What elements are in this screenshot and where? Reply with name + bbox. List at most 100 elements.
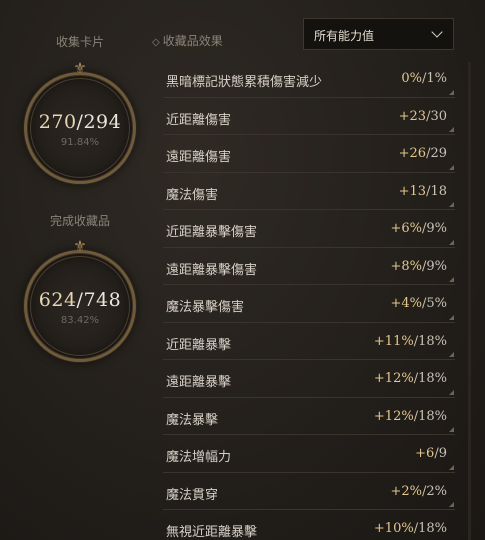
stat-value: +6%/9%	[390, 221, 447, 236]
stat-name: 無視近距離暴擊	[166, 525, 258, 540]
stat-max: 9	[438, 446, 447, 461]
stat-name: 魔法暴擊傷害	[166, 300, 245, 315]
stat-row: 無視近距離暴擊 +10%/18%	[163, 510, 455, 540]
corner-mark-icon	[449, 164, 454, 170]
fleur-de-lis-icon: ⚜	[73, 59, 87, 77]
stat-value: +11%/18%	[373, 333, 447, 349]
stat-max: 29	[430, 146, 447, 161]
stat-row: 近距離暴擊 +11%/18%	[163, 323, 455, 360]
stat-value: +2%/2%	[390, 483, 447, 499]
stat-current: +4%	[390, 296, 422, 311]
stat-current: +8%	[390, 258, 422, 274]
corner-mark-icon	[449, 89, 454, 95]
stat-max: 30	[430, 108, 447, 124]
stat-row: 近距離傷害 +23/30	[163, 98, 455, 135]
stat-max: 1%	[426, 71, 447, 86]
corner-mark-icon	[449, 389, 454, 395]
corner-mark-icon	[449, 464, 454, 470]
stat-name: 黑暗標記狀態累積傷害減少	[166, 75, 323, 90]
stat-row: 魔法暴擊 +12%/18%	[163, 398, 455, 435]
stat-value: +4%/5%	[390, 296, 447, 311]
stat-max: 18%	[418, 333, 447, 349]
stat-max: 18	[430, 183, 447, 199]
stat-value: +12%/18%	[373, 371, 447, 386]
stat-value: +23/30	[398, 108, 447, 124]
stat-value: +10%/18%	[373, 521, 447, 536]
collectibles-total: 748	[83, 289, 122, 311]
stat-row: 魔法暴擊傷害 +4%/5%	[163, 285, 455, 323]
stat-max: 18%	[418, 408, 447, 424]
stat-name: 近距離暴擊傷害	[166, 225, 258, 240]
stat-current: 0%	[401, 71, 422, 86]
stat-row: 黑暗標記狀態累積傷害減少 0%/1%	[163, 60, 455, 98]
corner-mark-icon	[449, 277, 454, 282]
collection-effects-title: ◇ 收藏品效果	[152, 32, 223, 49]
stat-current: +2%	[390, 483, 422, 499]
stat-filter-dropdown[interactable]: 所有能力值	[303, 18, 454, 50]
chevron-down-icon	[431, 26, 443, 38]
stat-row: 遠距離暴擊傷害 +8%/9%	[163, 248, 455, 285]
corner-mark-icon	[449, 127, 454, 132]
stat-value: +12%/18%	[373, 408, 447, 424]
cards-progress-ring: ⚜ 270/294 91.84%	[24, 61, 136, 184]
cards-current: 270	[38, 111, 77, 133]
stat-value: +13/18	[398, 183, 447, 199]
diamond-icon: ◇	[152, 37, 160, 48]
cards-count: 270/294	[38, 111, 122, 133]
scrollbar[interactable]	[468, 62, 471, 540]
cards-total: 294	[83, 111, 122, 133]
cards-percent: 91.84%	[60, 137, 100, 148]
stat-current: +10%	[373, 521, 414, 536]
stat-max: 9%	[426, 221, 447, 236]
stat-value: +26/29	[398, 146, 447, 161]
cards-label: 收集卡片	[55, 35, 104, 49]
stat-current: +12%	[373, 408, 414, 424]
stat-max: 2%	[426, 483, 447, 499]
stat-max: 18%	[418, 371, 447, 386]
stat-filter-value: 所有能力值	[314, 29, 375, 43]
stat-name: 魔法暴擊	[166, 412, 219, 428]
stat-value: 0%/1%	[401, 71, 447, 86]
stat-current: +13	[398, 183, 427, 199]
stat-list[interactable]: 黑暗標記狀態累積傷害減少 0%/1% 近距離傷害 +23/30 遠距離傷害 +26/29 魔…	[163, 60, 455, 540]
stat-value: +6/9	[415, 446, 447, 461]
stat-row: 魔法貫穿 +2%/2%	[163, 473, 455, 510]
stat-current: +11%	[373, 333, 414, 349]
collection-summary-panel: 收集卡片 ⚜ 270/294 91.84% 完成收藏品 ⚜ 624/748 83…	[0, 0, 160, 540]
stat-max: 18%	[418, 521, 447, 536]
stat-name: 近距離暴擊	[166, 337, 232, 353]
collectibles-percent: 83.42%	[60, 315, 100, 326]
corner-mark-icon	[449, 352, 454, 357]
collectibles-count: 624/748	[38, 289, 122, 311]
stat-max: 9%	[426, 258, 447, 274]
stat-current: +6	[415, 446, 435, 461]
stat-name: 魔法增幅力	[166, 450, 232, 465]
corner-mark-icon	[449, 427, 454, 432]
collectibles-current: 624	[38, 289, 77, 311]
stat-current: +6%	[390, 221, 422, 236]
corner-mark-icon	[449, 314, 454, 320]
stat-current: +26	[398, 146, 427, 161]
fleur-de-lis-icon: ⚜	[73, 237, 87, 255]
stat-name: 遠距離暴擊	[166, 375, 232, 390]
stat-current: +12%	[373, 371, 414, 386]
stat-row: 遠距離暴擊 +12%/18%	[163, 360, 455, 398]
stat-name: 魔法貫穿	[166, 487, 219, 503]
stat-name: 遠距離暴擊傷害	[166, 262, 258, 278]
stat-name: 近距離傷害	[166, 112, 232, 128]
corner-mark-icon	[449, 202, 454, 207]
collection-effects-label: 收藏品效果	[162, 34, 223, 48]
stat-current: +23	[398, 108, 427, 124]
collectibles-progress-ring: ⚜ 624/748 83.42%	[24, 239, 136, 362]
corner-mark-icon	[449, 502, 454, 507]
collectibles-label: 完成收藏品	[49, 214, 110, 228]
stat-row: 近距離暴擊傷害 +6%/9%	[163, 210, 455, 248]
stat-max: 5%	[426, 296, 447, 311]
stat-name: 遠距離傷害	[166, 150, 232, 165]
corner-mark-icon	[449, 239, 454, 245]
stat-row: 遠距離傷害 +26/29	[163, 135, 455, 173]
stat-row: 魔法傷害 +13/18	[163, 173, 455, 210]
stat-row: 魔法增幅力 +6/9	[163, 435, 455, 473]
stat-value: +8%/9%	[390, 258, 447, 274]
stat-name: 魔法傷害	[166, 187, 219, 203]
